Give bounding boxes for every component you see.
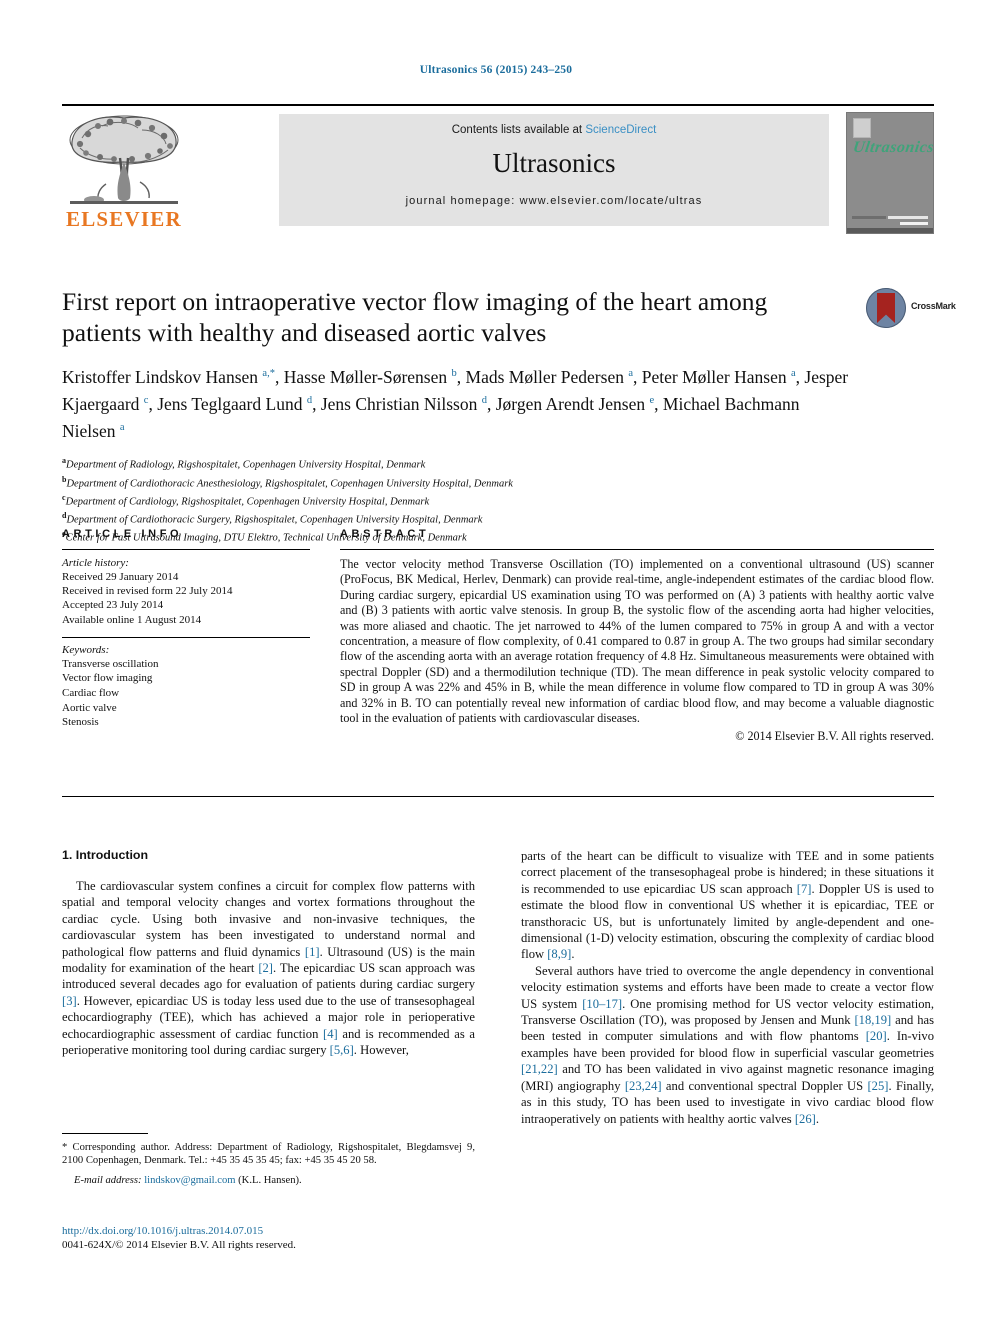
section-heading-introduction: 1. Introduction bbox=[62, 848, 149, 862]
affiliation-item: aDepartment of Radiology, Rigshospitalet… bbox=[62, 454, 852, 472]
keywords-label: Keywords: bbox=[62, 643, 110, 656]
intro-paragraph-left: The cardiovascular system confines a cir… bbox=[62, 879, 475, 1058]
abstract-divider bbox=[340, 549, 934, 550]
cover-publisher-mark-icon bbox=[853, 118, 871, 138]
article-info-heading: ARTICLE INFO bbox=[62, 528, 183, 540]
affiliation-text: Department of Radiology, Rigshospitalet,… bbox=[66, 459, 426, 471]
crossmark-badge[interactable]: CrossMark bbox=[866, 288, 956, 330]
abstract-heading: ABSTRACT bbox=[340, 528, 430, 540]
cover-footer-right-bar-2 bbox=[900, 222, 928, 225]
affiliation-text: Department of Cardiology, Rigshospitalet… bbox=[65, 496, 430, 508]
body-right-column: parts of the heart can be difficult to v… bbox=[521, 848, 934, 1127]
email-line: E-mail address: lindskov@gmail.com (K.L.… bbox=[62, 1174, 475, 1187]
keyword-item: Aortic valve bbox=[62, 701, 117, 714]
elsevier-tree-icon bbox=[69, 115, 179, 204]
body-two-column: 1. Introduction The cardiovascular syste… bbox=[62, 848, 934, 1268]
title-block: First report on intraoperative vector fl… bbox=[62, 286, 852, 545]
elsevier-wordmark: ELSEVIER bbox=[66, 207, 182, 231]
article-info-divider bbox=[62, 549, 310, 550]
journal-title: Ultrasonics bbox=[492, 148, 616, 178]
paper-page: Ultrasonics 56 (2015) 243–250 ELSEVIER C… bbox=[0, 0, 992, 1323]
intro-paragraph-right-2: Several authors have tried to overcome t… bbox=[521, 963, 934, 1126]
journal-masthead: ELSEVIER Contents lists available at Sci… bbox=[62, 104, 934, 234]
keyword-item: Transverse oscillation bbox=[62, 657, 159, 670]
masthead-center-panel: Contents lists available at ScienceDirec… bbox=[279, 114, 829, 226]
affiliation-text: Department of Cardiothoracic Surgery, Ri… bbox=[66, 514, 483, 526]
email-label: E-mail address: bbox=[74, 1174, 142, 1186]
journal-cover-thumbnail: Ultrasonics bbox=[846, 112, 934, 234]
corresponding-author-text: * Corresponding author. Address: Departm… bbox=[62, 1142, 475, 1167]
page-title: First report on intraoperative vector fl… bbox=[62, 287, 768, 347]
corresponding-author-footnote: * Corresponding author. Address: Departm… bbox=[62, 1133, 475, 1187]
keyword-item: Stenosis bbox=[62, 716, 99, 729]
cover-footer-left-bar bbox=[852, 216, 886, 219]
contents-available-line: Contents lists available at ScienceDirec… bbox=[279, 114, 829, 136]
history-item: Received 29 January 2014 bbox=[62, 571, 179, 583]
doi-block: http://dx.doi.org/10.1016/j.ultras.2014.… bbox=[62, 1224, 475, 1252]
history-item: Accepted 23 July 2014 bbox=[62, 599, 164, 612]
journal-homepage-url[interactable]: journal homepage: www.elsevier.com/locat… bbox=[279, 195, 829, 207]
sciencedirect-link[interactable]: ScienceDirect bbox=[585, 124, 656, 136]
affiliation-text: Department of Cardiothoracic Anesthesiol… bbox=[66, 478, 513, 490]
affiliation-item: cDepartment of Cardiology, Rigshospitale… bbox=[62, 491, 852, 509]
intro-paragraph-right-1: parts of the heart can be difficult to v… bbox=[521, 849, 934, 962]
body-left-column: 1. Introduction The cardiovascular syste… bbox=[62, 848, 475, 1058]
affiliation-item: dDepartment of Cardiothoracic Surgery, R… bbox=[62, 509, 852, 527]
history-item: Received in revised form 22 July 2014 bbox=[62, 585, 233, 598]
keyword-item: Cardiac flow bbox=[62, 687, 120, 699]
email-link[interactable]: lindskov@gmail.com bbox=[144, 1175, 235, 1186]
abstract-copyright: © 2014 Elsevier B.V. All rights reserved… bbox=[735, 729, 934, 744]
abstract-text: The vector velocity method Transverse Os… bbox=[340, 557, 934, 726]
crossmark-label: CrossMark bbox=[911, 301, 956, 311]
cover-bottom-bar bbox=[847, 228, 933, 233]
affiliation-item: bDepartment of Cardiothoracic Anesthesio… bbox=[62, 473, 852, 491]
abstract-column: ABSTRACT The vector velocity method Tran… bbox=[340, 528, 934, 744]
article-info-column: ARTICLE INFO Article history: Received 2… bbox=[62, 528, 310, 730]
info-abstract-bottom-rule bbox=[62, 796, 934, 797]
issn-copyright-line: 0041-624X/© 2014 Elsevier B.V. All right… bbox=[62, 1239, 296, 1251]
keywords-divider bbox=[62, 636, 310, 638]
cover-journal-title: Ultrasonics bbox=[851, 139, 934, 156]
keyword-item: Vector flow imaging bbox=[62, 672, 153, 685]
doi-link[interactable]: http://dx.doi.org/10.1016/j.ultras.2014.… bbox=[62, 1224, 475, 1238]
history-item: Available online 1 August 2014 bbox=[62, 613, 202, 626]
author-list: Kristoffer Lindskov Hansen a,*, Hasse Mø… bbox=[62, 366, 849, 441]
cover-footer-right-bar bbox=[888, 216, 928, 219]
article-history-label: Article history: bbox=[62, 557, 129, 569]
email-owner: (K.L. Hansen). bbox=[238, 1174, 302, 1186]
footnote-rule bbox=[62, 1133, 148, 1134]
running-head: Ultrasonics 56 (2015) 243–250 bbox=[419, 64, 573, 76]
contents-prefix-text: Contents lists available at bbox=[451, 124, 586, 136]
elsevier-logo: ELSEVIER bbox=[62, 112, 192, 234]
